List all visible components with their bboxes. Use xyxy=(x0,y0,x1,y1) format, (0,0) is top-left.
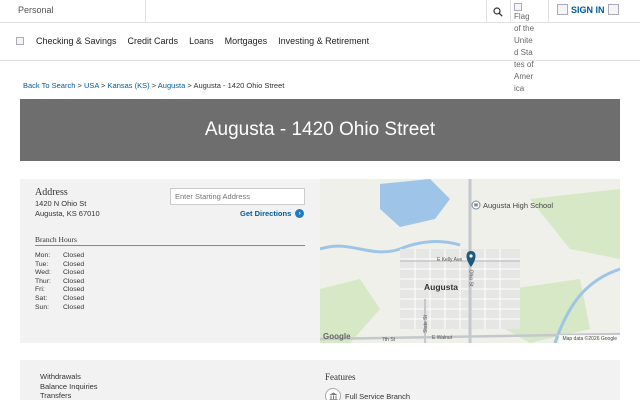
hours-row: Tue: Closed xyxy=(35,261,84,270)
features-heading: Features xyxy=(325,372,356,382)
broken-image-icon xyxy=(607,4,619,15)
map-label-city: Augusta xyxy=(424,282,458,292)
hours-day: Mon: xyxy=(35,252,51,259)
search-icon xyxy=(493,6,503,17)
segment-personal[interactable]: Personal xyxy=(18,5,54,15)
utility-bar: Personal Flag of the United States of Am… xyxy=(0,0,640,93)
service-item: Withdrawals xyxy=(40,372,81,381)
bank-icon xyxy=(325,388,341,400)
address-heading: Address xyxy=(35,187,68,198)
hours-value: Closed xyxy=(63,260,85,268)
hours-row: Sat: Closed xyxy=(35,295,84,304)
feature-item: Full Service Branch xyxy=(325,388,410,400)
hours-value: Closed xyxy=(63,286,85,294)
hours-value: Closed xyxy=(63,277,85,285)
get-directions-button[interactable]: Get Directions › xyxy=(240,209,305,218)
feature-label: Full Service Branch xyxy=(345,391,411,400)
nav-items: Checking & Savings Credit Cards Loans Mo… xyxy=(36,36,380,46)
hours-value: Closed xyxy=(63,294,85,302)
divider xyxy=(145,0,146,23)
breadcrumb-back-to-search[interactable]: Back To Search xyxy=(23,81,75,90)
sign-in-button[interactable]: SIGN IN xyxy=(557,4,619,15)
hours-row: Sun: Closed xyxy=(35,304,84,313)
breadcrumb: Back To Search > USA > Kansas (KS) > Aug… xyxy=(23,81,285,90)
hours-day: Fri: xyxy=(35,286,45,294)
hours-day: Sun: xyxy=(35,303,49,311)
get-directions-label: Get Directions xyxy=(240,209,292,218)
breadcrumb-augusta[interactable]: Augusta xyxy=(158,81,186,90)
google-logo: Google xyxy=(323,332,351,341)
divider xyxy=(35,245,305,246)
service-item: Balance Inquiries xyxy=(40,381,98,391)
hours-day: Sat: xyxy=(35,294,48,302)
hours-day: Tue: xyxy=(35,260,49,268)
branch-hours-heading: Branch Hours xyxy=(35,235,77,244)
logo-icon[interactable] xyxy=(16,37,24,45)
starting-address-input[interactable] xyxy=(170,188,305,205)
sign-in-label: SIGN IN xyxy=(571,4,605,15)
map-label-road: 7th St xyxy=(382,337,396,343)
hours-value: Closed xyxy=(63,269,85,277)
map-label-road: E Kelly Ave xyxy=(437,257,463,263)
map-label-school: Augusta High School xyxy=(483,201,554,210)
map-attribution[interactable]: Map data ©2026 Google xyxy=(559,335,620,343)
nav-item-loans[interactable]: Loans xyxy=(189,36,214,46)
map-label-road: State St xyxy=(422,315,429,333)
nav-item-mortgages[interactable]: Mortgages xyxy=(225,36,268,46)
nav-item-checking-savings[interactable]: Checking & Savings xyxy=(36,36,117,46)
hours-day: Thur: xyxy=(35,277,51,285)
hours-row: Thur: Closed xyxy=(35,278,84,287)
hours-value: Closed xyxy=(63,252,85,259)
main-nav: Checking & Savings Credit Cards Loans Mo… xyxy=(0,23,640,61)
map-label-road: E Walnut xyxy=(432,335,453,341)
location-info-panel: Address 1420 N Ohio St Augusta, KS 67010… xyxy=(20,179,320,343)
location-map[interactable]: Augusta High School Augusta E Kelly Ave … xyxy=(320,179,620,343)
hours-value: Closed xyxy=(63,303,85,311)
address-line-2: Augusta, KS 67010 xyxy=(35,209,100,218)
hero-banner: Augusta - 1420 Ohio Street xyxy=(20,99,620,161)
address-line-1: 1420 N Ohio St xyxy=(35,199,87,208)
broken-image-icon xyxy=(514,3,522,11)
map-canvas xyxy=(320,179,620,343)
divider xyxy=(510,0,511,23)
divider xyxy=(548,0,549,23)
nav-item-credit-cards[interactable]: Credit Cards xyxy=(128,36,179,46)
services-list: Withdrawals Balance Inquiries Transfers xyxy=(40,372,98,400)
broken-image-icon xyxy=(557,4,568,15)
service-item: Transfers xyxy=(40,391,72,400)
map-label-road: Ohio St xyxy=(467,269,474,287)
breadcrumb-current: Augusta - 1420 Ohio Street xyxy=(193,81,285,90)
services-features-panel: Withdrawals Balance Inquiries Transfers … xyxy=(20,360,620,400)
search-button[interactable] xyxy=(486,0,510,23)
page-title: Augusta - 1420 Ohio Street xyxy=(204,119,436,140)
breadcrumb-usa[interactable]: USA xyxy=(84,81,99,90)
nav-item-investing-retirement[interactable]: Investing & Retirement xyxy=(278,36,369,46)
hours-row: Fri: Closed xyxy=(35,286,84,295)
arrow-right-icon: › xyxy=(295,209,305,218)
breadcrumb-kansas[interactable]: Kansas (KS) xyxy=(108,81,150,90)
hours-row: Mon: Closed xyxy=(35,252,84,261)
branch-hours-list: Mon: Closed Tue: Closed Wed: Closed Thur: Cl… xyxy=(35,252,84,312)
hours-row: Wed: Closed xyxy=(35,269,84,278)
hours-day: Wed: xyxy=(35,269,51,277)
